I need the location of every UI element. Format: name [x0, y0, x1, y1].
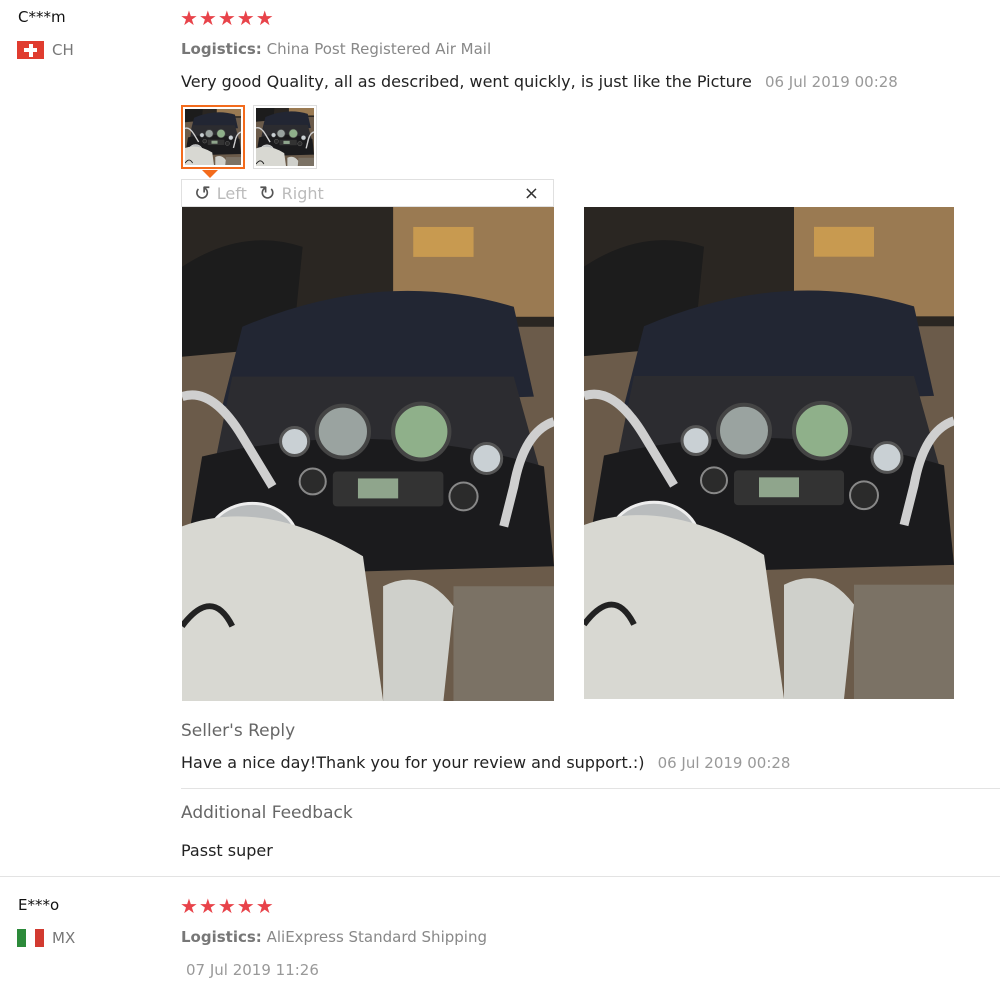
seller-reply-text: Have a nice day!Thank you for your revie…	[181, 753, 645, 772]
review-photo-large[interactable]	[584, 207, 954, 699]
review-item: E***o MX ★★★★★ Logistics: AliExpress Sta…	[0, 880, 1000, 1000]
thumbnail-pointer	[202, 170, 218, 178]
review-text-line: Very good Quality, all as described, wen…	[181, 72, 898, 91]
switzerland-flag-icon	[17, 41, 44, 59]
logistics-info: Logistics: AliExpress Standard Shipping	[181, 928, 487, 946]
review-text-line: 07 Jul 2019 11:26	[178, 960, 319, 979]
rotate-left-button[interactable]: ↺ Left	[194, 181, 247, 205]
star-rating: ★★★★★	[180, 6, 275, 30]
rotate-left-icon: ↺	[194, 181, 211, 205]
star-rating: ★★★★★	[180, 894, 275, 918]
rotate-right-label: Right	[281, 183, 324, 203]
rotate-right-button[interactable]: ↻ Right	[258, 181, 324, 205]
country-code: MX	[52, 929, 76, 947]
seller-reply-date: 06 Jul 2019 00:28	[657, 754, 791, 772]
review-photo-thumbnail[interactable]	[253, 105, 317, 169]
country-code: CH	[52, 41, 74, 59]
rotate-left-label: Left	[216, 183, 247, 203]
additional-feedback-label: Additional Feedback	[181, 803, 353, 823]
seller-reply-line: Have a nice day!Thank you for your revie…	[181, 753, 790, 772]
review-divider	[0, 876, 1000, 877]
divider	[181, 788, 1000, 789]
review-date: 07 Jul 2019 11:26	[186, 961, 319, 979]
reviewer-country: MX	[17, 929, 75, 947]
logistics-label: Logistics:	[181, 40, 262, 58]
logistics-info: Logistics: China Post Registered Air Mai…	[181, 40, 491, 58]
review-photo-large[interactable]	[182, 207, 554, 701]
seller-reply-label: Seller's Reply	[181, 721, 296, 741]
reviewer-name: E***o	[18, 896, 60, 914]
close-icon[interactable]: ×	[524, 183, 539, 204]
logistics-value: AliExpress Standard Shipping	[266, 928, 487, 946]
additional-feedback-text: Passt super	[181, 841, 273, 860]
photo-viewer-toolbar: ↺ Left ↻ Right ×	[181, 179, 554, 207]
review-text: Very good Quality, all as described, wen…	[181, 72, 752, 91]
reviewer-country: CH	[17, 41, 74, 59]
mexico-flag-icon	[17, 929, 44, 947]
review-photo-thumbnail[interactable]	[181, 105, 245, 169]
reviewer-name: C***m	[18, 8, 66, 26]
logistics-label: Logistics:	[181, 928, 262, 946]
logistics-value: China Post Registered Air Mail	[266, 40, 492, 58]
review-date: 06 Jul 2019 00:28	[764, 73, 898, 91]
review-item: C***m CH ★★★★★ Logistics: China Post Reg…	[0, 0, 1000, 880]
rotate-right-icon: ↻	[258, 181, 276, 205]
